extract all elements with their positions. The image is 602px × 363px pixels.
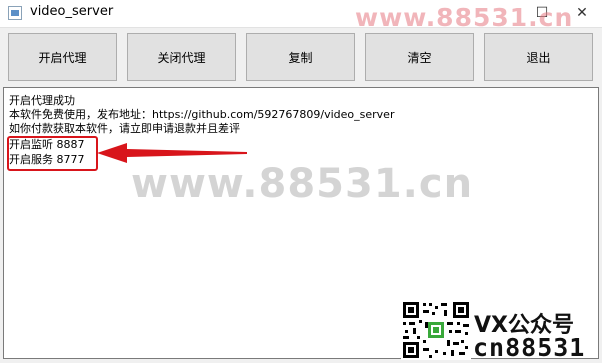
- window-title: video_server: [30, 4, 114, 19]
- site-watermark-label: cn88531: [473, 333, 586, 362]
- start-proxy-button[interactable]: 开启代理: [8, 33, 117, 81]
- copy-button[interactable]: 复制: [246, 33, 355, 81]
- watermark-center: www.88531.cn: [131, 161, 474, 207]
- app-window-icon: [8, 6, 22, 20]
- toolbar: 开启代理 关闭代理 复制 清空 退出: [0, 27, 602, 87]
- log-line: 如你付款获取本软件，请立即申请退款并且差评: [9, 122, 240, 135]
- stop-proxy-button[interactable]: 关闭代理: [127, 33, 236, 81]
- clear-button[interactable]: 清空: [365, 33, 474, 81]
- qr-code-image: [401, 300, 471, 360]
- log-line: 本软件免费使用，发布地址：https://github.com/59276780…: [9, 108, 395, 121]
- log-line: 开启代理成功: [9, 94, 75, 107]
- exit-button[interactable]: 退出: [484, 33, 593, 81]
- highlight-box: [7, 136, 98, 171]
